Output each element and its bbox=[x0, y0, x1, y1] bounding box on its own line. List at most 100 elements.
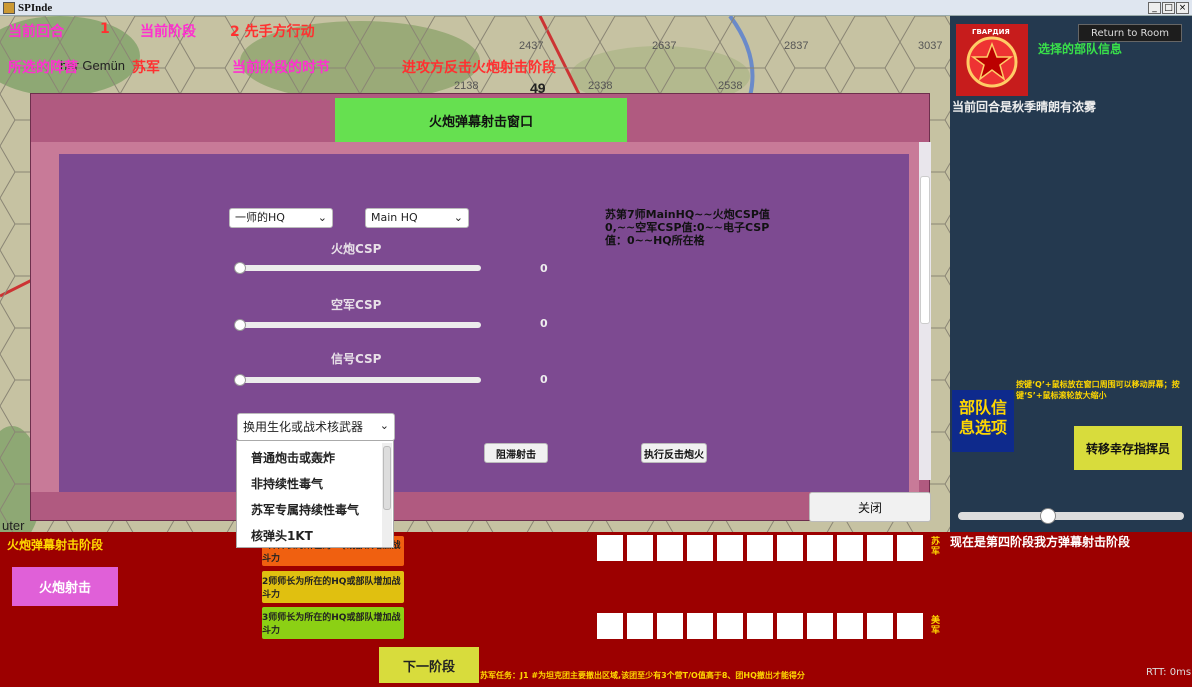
guards-emblem-icon: ГВАРДИЯ bbox=[956, 24, 1028, 96]
hq-info-text: 苏第7师MainHQ~~火炮CSP值0,~~空军CSP值:0~~电子CSP值：0… bbox=[605, 208, 770, 247]
air-csp-label: 空军CSP bbox=[331, 298, 382, 312]
slot[interactable] bbox=[897, 535, 923, 561]
slot[interactable] bbox=[657, 613, 683, 639]
signal-csp-value: 0 bbox=[540, 373, 548, 386]
round-value: 1 bbox=[100, 21, 110, 37]
bottom-panel: 火炮弹幕射击阶段 火炮射击 1师师长为所在的HQ或部队增加战斗力 2师师长为所在… bbox=[0, 532, 1192, 687]
slot[interactable] bbox=[747, 535, 773, 561]
weapon-option[interactable]: 非持续性毒气 bbox=[251, 475, 323, 492]
transfer-commander-button[interactable]: 转移幸存指挥员 bbox=[1074, 426, 1182, 470]
general-3-button[interactable]: 3师师长为所在的HQ或部队增加战斗力 bbox=[262, 607, 404, 639]
slot[interactable] bbox=[897, 613, 923, 639]
soviet-slots bbox=[597, 535, 923, 561]
hex-label: 2637 bbox=[652, 40, 677, 52]
hex-label: 2837 bbox=[784, 40, 809, 52]
slot[interactable] bbox=[777, 613, 803, 639]
hq-select-value: Main HQ bbox=[371, 211, 418, 224]
round-label: 当前回合 bbox=[8, 24, 64, 40]
artillery-csp-slider[interactable] bbox=[234, 262, 481, 274]
slot[interactable] bbox=[597, 535, 623, 561]
mission-text: 苏军任务：J1 #为坦克团主要撤出区域,该团至少有3个营T/O值高于8、团HQ撤… bbox=[480, 671, 805, 680]
hq-select[interactable]: Main HQ ⌄ bbox=[365, 208, 469, 228]
slot[interactable] bbox=[867, 613, 893, 639]
slot[interactable] bbox=[867, 535, 893, 561]
slot[interactable] bbox=[807, 535, 833, 561]
air-csp-slider[interactable] bbox=[234, 319, 481, 331]
maximize-button[interactable]: □ bbox=[1162, 2, 1175, 14]
weapon-select[interactable]: 换用生化或战术核武器 ⌄ bbox=[237, 413, 395, 441]
phase-value: 2 先手方行动 bbox=[230, 24, 315, 40]
division-select-value: 一师的HQ bbox=[235, 211, 285, 224]
dropdown-scrollbar[interactable] bbox=[382, 443, 392, 547]
zoom-slider[interactable] bbox=[958, 508, 1184, 524]
modal-title: 火炮弹幕射击窗口 bbox=[335, 98, 627, 142]
division-select[interactable]: 一师的HQ ⌄ bbox=[229, 208, 333, 228]
title-bar: SPInde _ □ × bbox=[0, 0, 1192, 16]
minimize-button[interactable]: _ bbox=[1148, 2, 1161, 14]
side-label: 所选的阵营 bbox=[8, 60, 78, 76]
weapon-option[interactable]: 苏军专属持续性毒气 bbox=[251, 501, 359, 518]
slot[interactable] bbox=[627, 613, 653, 639]
unit-info-title: 选择的部队信息 bbox=[1038, 42, 1123, 56]
artillery-csp-label: 火炮CSP bbox=[331, 242, 382, 256]
weapon-select-value: 换用生化或战术核武器 bbox=[243, 420, 364, 434]
weapon-dropdown-list: 普通炮击或轰炸 非持续性毒气 苏军专属持续性毒气 核弹头1KT bbox=[236, 440, 394, 548]
slider-knob[interactable] bbox=[234, 262, 246, 274]
close-modal-button[interactable]: 关闭 bbox=[809, 492, 931, 522]
hex-label: 2338 bbox=[588, 80, 613, 92]
slot[interactable] bbox=[837, 613, 863, 639]
slot[interactable] bbox=[777, 535, 803, 561]
app-icon bbox=[3, 1, 15, 14]
artillery-csp-value: 0 bbox=[540, 262, 548, 275]
hex-label: 2138 bbox=[454, 80, 479, 92]
general-2-button[interactable]: 2师师长为所在的HQ或部队增加战斗力 bbox=[262, 571, 404, 603]
slider-knob[interactable] bbox=[234, 319, 246, 331]
hex-label: 2538 bbox=[718, 80, 743, 92]
next-phase-button[interactable]: 下一阶段 bbox=[379, 647, 479, 683]
game-window: SPInde _ □ × 2437 2637 2837 3037 2138 23… bbox=[0, 0, 1192, 687]
us-label: 美军 bbox=[931, 616, 941, 636]
chevron-down-icon: ⌄ bbox=[453, 211, 463, 224]
hex-label: 3037 bbox=[918, 40, 943, 52]
close-window-button[interactable]: × bbox=[1176, 2, 1189, 14]
slot[interactable] bbox=[687, 613, 713, 639]
slot[interactable] bbox=[657, 535, 683, 561]
signal-csp-slider[interactable] bbox=[234, 374, 481, 386]
segment-label: 当前阶段的时节 bbox=[232, 60, 330, 76]
dropdown-scroll-thumb[interactable] bbox=[383, 446, 391, 510]
slot[interactable] bbox=[747, 613, 773, 639]
counter-battery-button[interactable]: 执行反击炮火 bbox=[641, 443, 707, 463]
hex-label: 2437 bbox=[519, 40, 544, 52]
phase-label: 当前阶段 bbox=[140, 24, 196, 40]
weather-text: 当前回合是秋季晴朗有浓雾 bbox=[952, 100, 1097, 114]
modal-scroll-thumb[interactable] bbox=[920, 176, 930, 324]
weapon-option[interactable]: 普通炮击或轰炸 bbox=[251, 449, 335, 466]
slot[interactable] bbox=[807, 613, 833, 639]
slot[interactable] bbox=[837, 535, 863, 561]
modal-content-panel bbox=[59, 154, 909, 492]
weapon-option[interactable]: 核弹头1KT bbox=[251, 527, 313, 544]
air-csp-value: 0 bbox=[540, 317, 548, 330]
chevron-down-icon: ⌄ bbox=[379, 419, 389, 432]
phase-status-text: 现在是第四阶段我方弹幕射击阶段 bbox=[950, 535, 1131, 549]
chevron-down-icon: ⌄ bbox=[317, 211, 327, 224]
artillery-barrage-window: 火炮弹幕射击窗口 一师的HQ ⌄ Main HQ ⌄ 火炮CSP 0 空军CSP 0… bbox=[30, 93, 931, 522]
phase-title: 火炮弹幕射击阶段 bbox=[7, 538, 104, 552]
zoom-slider-knob[interactable] bbox=[1040, 508, 1057, 524]
modal-scrollbar[interactable] bbox=[919, 142, 931, 480]
artillery-fire-button[interactable]: 火炮射击 bbox=[12, 567, 118, 606]
slot[interactable] bbox=[597, 613, 623, 639]
slot[interactable] bbox=[687, 535, 713, 561]
delay-fire-button[interactable]: 阻滞射击 bbox=[484, 443, 548, 463]
slot[interactable] bbox=[717, 535, 743, 561]
unit-options-button[interactable]: 部队信息选项 bbox=[952, 390, 1014, 452]
soviet-label: 苏军 bbox=[931, 537, 941, 557]
slot[interactable] bbox=[717, 613, 743, 639]
side-value: 苏军 bbox=[132, 60, 160, 76]
right-panel: Return to Room ГВАРДИЯ 选择的部队信息 当前回合是秋季晴朗… bbox=[950, 16, 1192, 532]
us-slots bbox=[597, 613, 923, 639]
rtt-text: RTT: 0ms bbox=[1146, 667, 1192, 678]
slider-knob[interactable] bbox=[234, 374, 246, 386]
slot[interactable] bbox=[627, 535, 653, 561]
window-title: SPInde bbox=[18, 1, 53, 14]
